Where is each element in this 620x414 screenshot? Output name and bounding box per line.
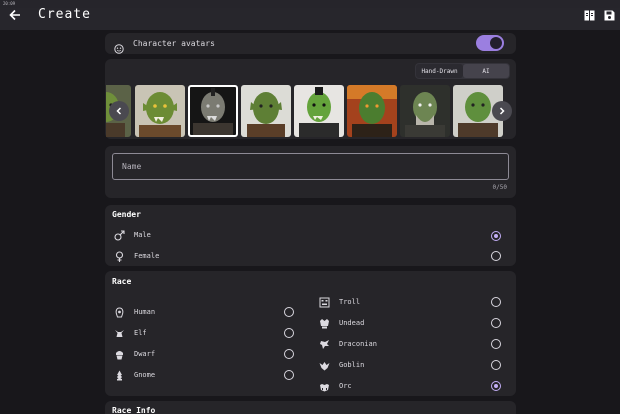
race-option-orc[interactable]: Orc bbox=[318, 380, 508, 394]
race-info-title: Race Info bbox=[112, 406, 156, 414]
race-option-goblin[interactable]: Goblin bbox=[318, 359, 508, 373]
race-option-undead[interactable]: Undead bbox=[318, 317, 508, 331]
gender-radio-male[interactable] bbox=[491, 231, 501, 241]
avatar-thumb[interactable] bbox=[241, 85, 291, 137]
race-option-dwarf[interactable]: Dwarf bbox=[113, 348, 295, 362]
race-option-label: Troll bbox=[339, 298, 361, 306]
race-option-gnome[interactable]: Gnome bbox=[113, 369, 295, 383]
race-title: Race bbox=[112, 277, 132, 286]
race-option-draconian[interactable]: Draconian bbox=[318, 338, 508, 352]
avatars-switch[interactable] bbox=[476, 35, 504, 51]
name-char-counter: 0/50 bbox=[492, 184, 507, 191]
gallery-prev-button[interactable] bbox=[109, 101, 129, 121]
female-symbol-icon bbox=[113, 250, 125, 262]
race-option-label: Undead bbox=[339, 319, 365, 327]
status-time: 20:09 bbox=[3, 1, 16, 6]
gnome-icon bbox=[113, 369, 125, 381]
name-card: 0/50 bbox=[105, 146, 516, 198]
dwarf-icon bbox=[113, 348, 125, 360]
elf-icon bbox=[113, 327, 125, 339]
goblin-icon bbox=[318, 359, 330, 371]
avatar-style-segmented: Hand-Drawn AI bbox=[415, 63, 510, 79]
undead-icon bbox=[318, 317, 330, 329]
orc-icon bbox=[318, 380, 330, 392]
troll-icon bbox=[318, 296, 330, 308]
switch-knob bbox=[490, 37, 502, 49]
avatar-strip bbox=[106, 85, 511, 137]
gender-title: Gender bbox=[112, 210, 141, 219]
book-button[interactable] bbox=[581, 7, 597, 23]
race-option-label: Dwarf bbox=[134, 350, 156, 358]
back-button[interactable] bbox=[6, 6, 24, 24]
race-option-elf[interactable]: Elf bbox=[113, 327, 295, 341]
avatar-gallery-card: Hand-Drawn AI bbox=[105, 59, 516, 139]
race-radio-orc[interactable] bbox=[491, 381, 501, 391]
chevron-left-icon bbox=[116, 107, 122, 115]
dragon-icon bbox=[318, 338, 330, 350]
segment-ai[interactable]: AI bbox=[463, 64, 509, 78]
race-option-label: Orc bbox=[339, 382, 352, 390]
avatars-toggle-row[interactable]: Character avatars bbox=[105, 33, 516, 54]
race-option-human[interactable]: Human bbox=[113, 306, 295, 320]
gallery-next-button[interactable] bbox=[492, 101, 512, 121]
race-option-troll[interactable]: Troll bbox=[318, 296, 508, 310]
book-icon bbox=[584, 10, 594, 20]
status-bar: 20:09 bbox=[0, 0, 620, 8]
race-radio-troll[interactable] bbox=[491, 297, 501, 307]
race-radio-gnome[interactable] bbox=[284, 370, 294, 380]
avatar-thumb[interactable] bbox=[135, 85, 185, 137]
avatar-thumb[interactable] bbox=[294, 85, 344, 137]
race-option-label: Gnome bbox=[134, 371, 156, 379]
gender-radio-female[interactable] bbox=[491, 251, 501, 261]
race-radio-human[interactable] bbox=[284, 307, 294, 317]
face-icon bbox=[114, 39, 124, 58]
gender-option-label: Female bbox=[134, 252, 160, 260]
race-card: Race Human Elf Dwarf Gnome Troll Undead … bbox=[105, 271, 516, 396]
male-symbol-icon bbox=[113, 229, 125, 241]
human-icon bbox=[113, 306, 125, 318]
gender-card: Gender Male Female bbox=[105, 205, 516, 266]
avatar-thumb[interactable] bbox=[400, 85, 450, 137]
race-option-label: Human bbox=[134, 308, 156, 316]
arrow-left-icon bbox=[9, 9, 20, 21]
segment-hand-drawn[interactable]: Hand-Drawn bbox=[416, 64, 463, 78]
race-option-label: Draconian bbox=[339, 340, 377, 348]
gender-option-female[interactable]: Female bbox=[113, 250, 508, 264]
save-button[interactable] bbox=[601, 7, 617, 23]
avatars-toggle-label: Character avatars bbox=[133, 39, 215, 48]
race-radio-elf[interactable] bbox=[284, 328, 294, 338]
chevron-right-icon bbox=[499, 107, 505, 115]
save-icon bbox=[604, 10, 614, 20]
race-option-label: Goblin bbox=[339, 361, 365, 369]
race-option-label: Elf bbox=[134, 329, 147, 337]
name-input[interactable] bbox=[112, 153, 509, 180]
page-title: Create bbox=[38, 7, 91, 22]
race-radio-goblin[interactable] bbox=[491, 360, 501, 370]
avatar-thumb-selected[interactable] bbox=[188, 85, 238, 137]
race-radio-dwarf[interactable] bbox=[284, 349, 294, 359]
race-info-card: Race Info bbox=[105, 401, 516, 414]
gender-option-male[interactable]: Male bbox=[113, 229, 508, 243]
avatar-thumb[interactable] bbox=[347, 85, 397, 137]
race-radio-draconian[interactable] bbox=[491, 339, 501, 349]
gender-option-label: Male bbox=[134, 231, 151, 239]
race-radio-undead[interactable] bbox=[491, 318, 501, 328]
